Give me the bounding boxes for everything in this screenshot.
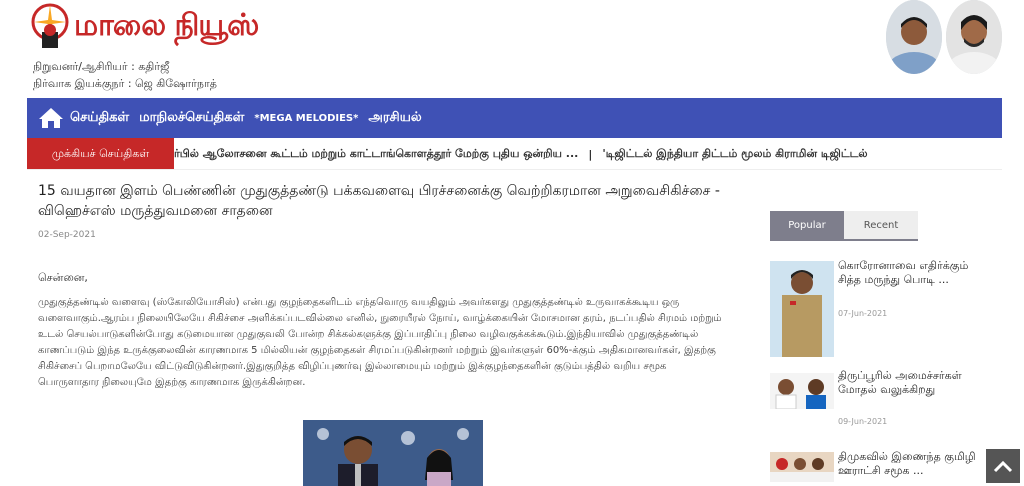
news-thumbnail	[770, 373, 834, 409]
ticker-track: ர்பில் ஆலோசனை கூட்டம் மற்றும் காட்டாங்கொ…	[174, 138, 868, 169]
news-title[interactable]: கொரோனாவை எதிர்க்கும் சித்த மருந்து பொடி …	[838, 259, 978, 287]
credits: நிறுவனர்/ஆசிரியர் : கதிர்ஜீ நிர்வாக இயக்…	[33, 58, 217, 92]
news-title[interactable]: திருப்பூரில் அமைச்சர்கள் மோதல் வலுக்கிறத…	[838, 369, 978, 397]
admin-line: நிர்வாக இயக்குநர் : ஜெ கிஷோர்நாத்	[33, 77, 217, 90]
home-icon[interactable]	[38, 107, 64, 129]
avatar	[946, 0, 1002, 74]
news-thumbnail	[770, 452, 834, 482]
header-avatars	[886, 0, 1002, 74]
article-body: முதுகுத்தண்டில் வளைவு (ஸ்கோலியோசிஸ்) என்…	[38, 297, 722, 388]
sidebar-news-item[interactable]: கொரோனாவை எதிர்க்கும் சித்த மருந்து பொடி …	[770, 259, 980, 359]
article-headline: 15 வயதான இளம் பெண்ணின் முதுகுத்தண்டு பக்…	[38, 183, 720, 219]
ticker-label: முக்கியச் செய்திகள்	[27, 138, 174, 169]
logo-emblem-icon	[30, 2, 70, 52]
avatar	[886, 0, 942, 74]
site-logo[interactable]: மாலை நியூஸ்	[30, 2, 259, 52]
tab-popular[interactable]: Popular	[770, 211, 844, 239]
nav-item-politics[interactable]: அரசியல்	[368, 110, 421, 126]
tab-recent[interactable]: Recent	[844, 211, 918, 239]
nav-item-news[interactable]: செய்திகள்	[70, 110, 129, 126]
sidebar-news-item[interactable]: திருப்பூரில் அமைச்சர்கள் மோதல் வலுக்கிறத…	[770, 369, 980, 429]
news-date: 09-Jun-2021	[838, 417, 888, 426]
nav-item-mega-melodies[interactable]: *MEGA MELODIES*	[254, 113, 358, 124]
article-image	[303, 420, 483, 486]
logo-text: மாலை நியூஸ்	[74, 7, 259, 43]
page: மாலை நியூஸ் நிறுவனர்/ஆசிரியர் : கதிர்ஜீ …	[0, 0, 1024, 486]
nav-item-state-news[interactable]: மாநிலச்செய்திகள்	[139, 110, 244, 126]
sidebar-news-item[interactable]: திமுகவில் இணைந்த குமிழி ஊராட்சி சமூக ...	[770, 450, 980, 486]
ticker-item[interactable]: ர்பில் ஆலோசனை கூட்டம் மற்றும் காட்டாங்கொ…	[174, 147, 578, 162]
article-date: 02-Sep-2021	[38, 230, 96, 240]
news-date: 07-Jun-2021	[838, 309, 888, 318]
sidebar-tabs: Popular Recent	[770, 211, 918, 239]
article-dateline: சென்னை,	[38, 271, 88, 284]
scroll-to-top-button[interactable]	[986, 449, 1020, 483]
news-thumbnail	[770, 261, 834, 357]
main-nav: செய்திகள் மாநிலச்செய்திகள் *MEGA MELODIE…	[27, 98, 1002, 138]
chevron-up-icon	[993, 460, 1013, 473]
ticker-separator: |	[588, 147, 593, 161]
news-title[interactable]: திமுகவில் இணைந்த குமிழி ஊராட்சி சமூக ...	[838, 450, 978, 478]
breaking-news-ticker: முக்கியச் செய்திகள் ர்பில் ஆலோசனை கூட்டம…	[27, 138, 1002, 170]
tab-underline	[770, 239, 918, 241]
ticker-item[interactable]: 'டிஜிட்டல் இந்தியா திட்டம் மூலம் கிராமின…	[602, 147, 867, 162]
founder-line: நிறுவனர்/ஆசிரியர் : கதிர்ஜீ	[33, 60, 170, 73]
